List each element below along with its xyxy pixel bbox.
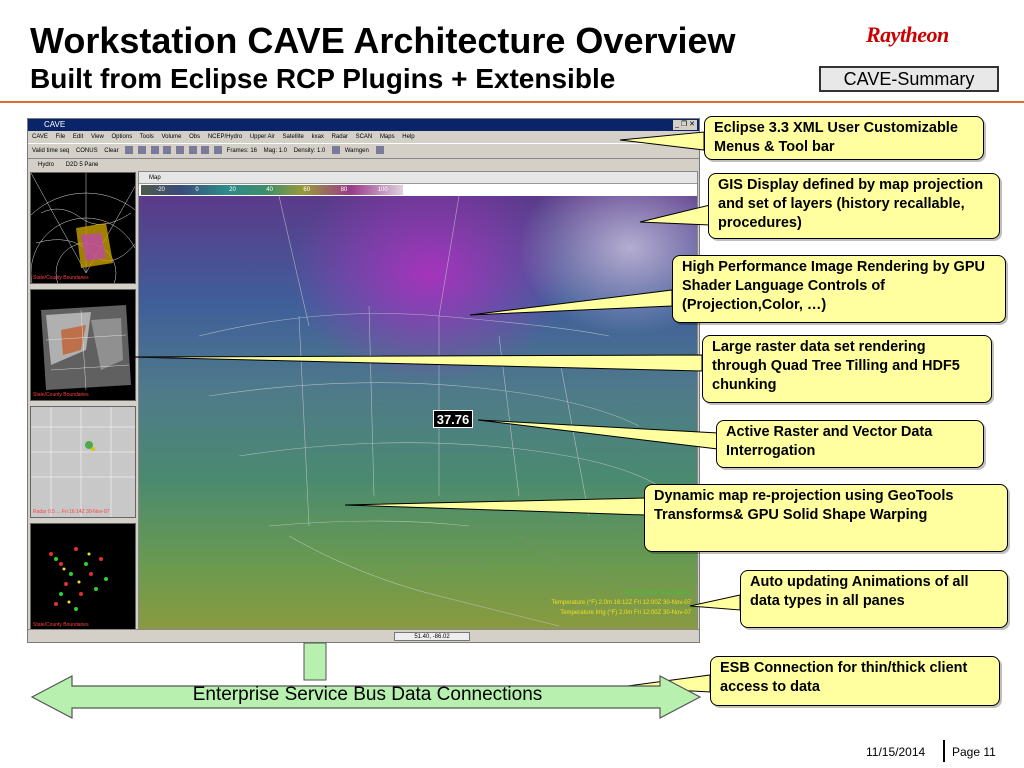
footer-date: 11/15/2014 <box>866 745 926 759</box>
footer-divider <box>943 740 945 762</box>
esb-label: Enterprise Service Bus Data Connections <box>192 684 543 705</box>
callout-menus-toolbar: Eclipse 3.3 XML User Customizable Menus … <box>704 116 984 160</box>
callout-map-reprojection: Dynamic map re-projection using GeoTools… <box>644 484 1008 552</box>
callout-esb-connection: ESB Connection for thin/thick client acc… <box>710 656 1000 706</box>
callout-raster-rendering: Large raster data set rendering through … <box>702 335 992 403</box>
callout-image-rendering: High Performance Image Rendering by GPU … <box>672 255 1006 323</box>
callout-data-interrogation: Active Raster and Vector Data Interrogat… <box>716 420 984 468</box>
callout-gis-display: GIS Display defined by map projection an… <box>708 173 1000 239</box>
callout-animations: Auto updating Animations of all data typ… <box>740 570 1008 628</box>
footer-page-number: Page 11 <box>952 745 996 759</box>
